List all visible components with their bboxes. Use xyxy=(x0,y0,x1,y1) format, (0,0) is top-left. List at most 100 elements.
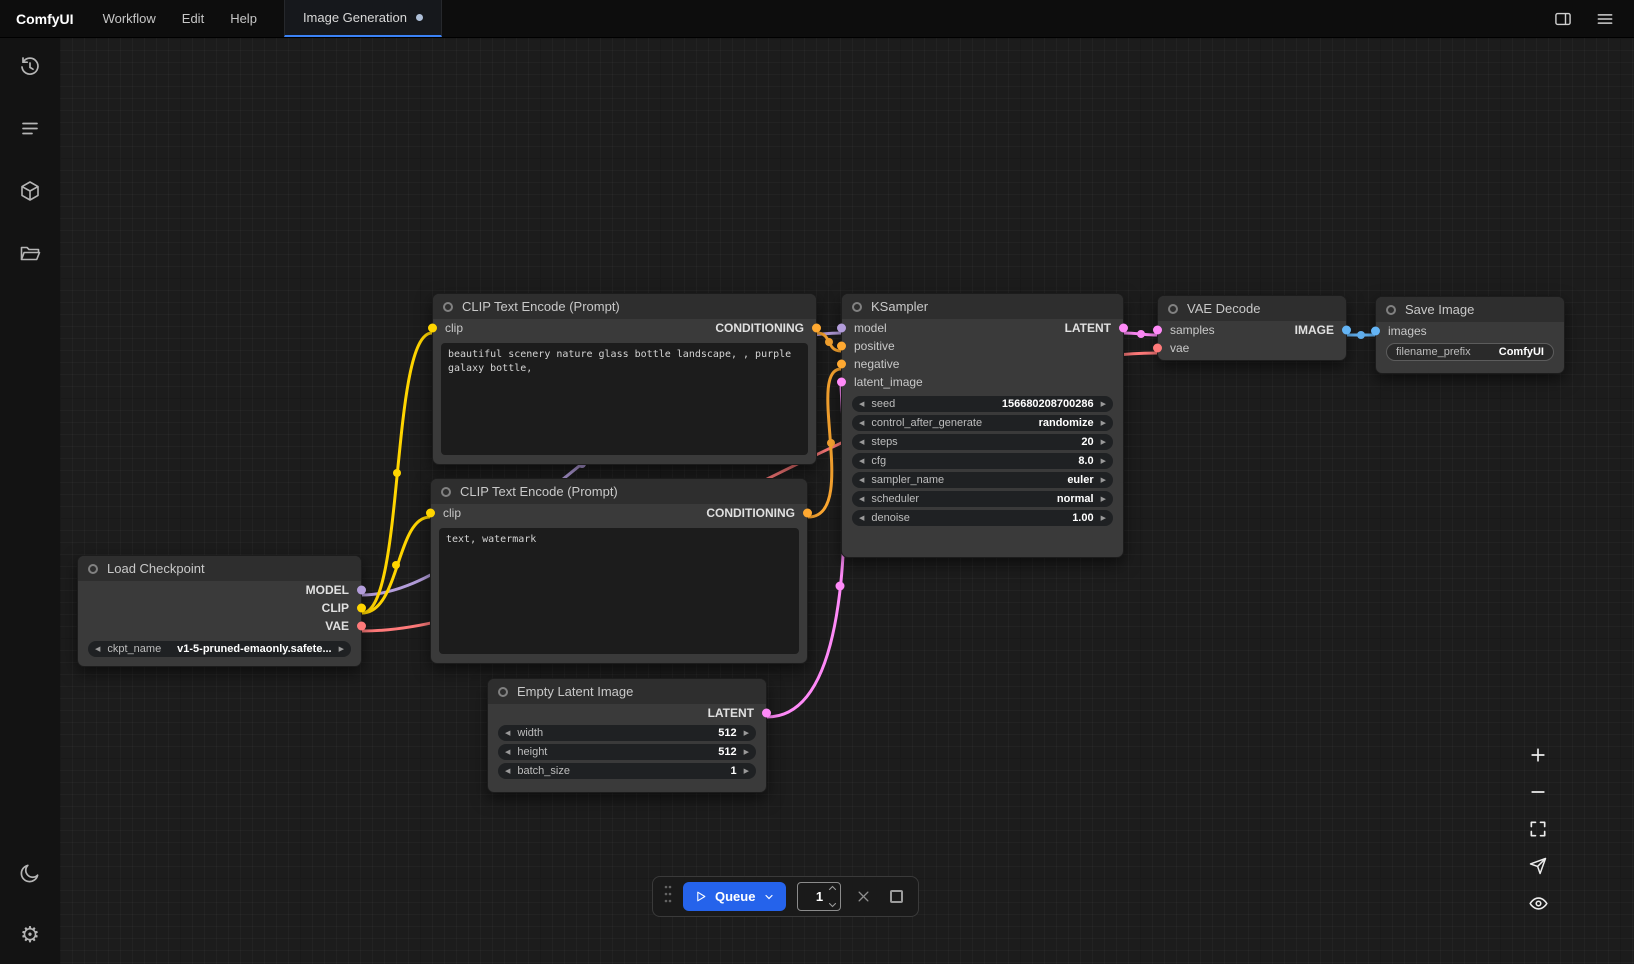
increment-icon[interactable]: ▶ xyxy=(1101,439,1106,446)
model-input-dot[interactable] xyxy=(837,324,846,333)
prev-value-icon[interactable]: ◀ xyxy=(95,646,100,653)
positive-input-dot[interactable] xyxy=(837,342,846,351)
vae-output-dot[interactable] xyxy=(357,622,366,631)
step-up-icon[interactable] xyxy=(828,885,837,891)
decrement-icon[interactable]: ◀ xyxy=(505,730,510,737)
widget-width[interactable]: ◀ width 512 ▶ xyxy=(498,725,756,741)
tab-image-generation[interactable]: Image Generation xyxy=(284,0,442,37)
increment-icon[interactable]: ▶ xyxy=(744,768,749,775)
increment-icon[interactable]: ▶ xyxy=(1101,515,1106,522)
prev-value-icon[interactable]: ◀ xyxy=(859,477,864,484)
decrement-icon[interactable]: ◀ xyxy=(859,515,864,522)
queue-button[interactable]: Queue xyxy=(683,882,786,911)
queue-icon[interactable] xyxy=(17,116,43,142)
node-empty-latent-image[interactable]: Empty Latent Image LATENT ◀ width 512 ▶ … xyxy=(487,678,767,793)
node-vae-decode[interactable]: VAE Decode samples IMAGE vae xyxy=(1157,295,1347,361)
node-header[interactable]: Save Image xyxy=(1376,297,1564,322)
link-visibility-icon[interactable] xyxy=(1527,892,1549,914)
menu-help[interactable]: Help xyxy=(217,0,270,37)
node-load-checkpoint[interactable]: Load Checkpoint MODEL CLIP VAE ◀ ckpt_na… xyxy=(77,555,362,667)
positive-prompt-textarea[interactable]: beautiful scenery nature glass bottle la… xyxy=(441,343,808,455)
latent-image-input-dot[interactable] xyxy=(837,378,846,387)
pointer-mode-icon[interactable] xyxy=(1527,855,1549,877)
latent-output-dot[interactable] xyxy=(762,709,771,718)
menu-icon[interactable] xyxy=(1594,8,1616,30)
next-value-icon[interactable]: ▶ xyxy=(339,646,344,653)
panel-toggle-icon[interactable] xyxy=(1552,8,1574,30)
workflows-icon[interactable] xyxy=(17,240,43,266)
collapse-icon[interactable] xyxy=(441,487,451,497)
conditioning-output-dot[interactable] xyxy=(812,324,821,333)
menu-workflow[interactable]: Workflow xyxy=(90,0,169,37)
collapse-icon[interactable] xyxy=(88,564,98,574)
widget-filename-prefix[interactable]: filename_prefix ComfyUI xyxy=(1386,343,1554,361)
node-header[interactable]: KSampler xyxy=(842,294,1123,319)
node-save-image[interactable]: Save Image images filename_prefix ComfyU… xyxy=(1375,296,1565,374)
collapse-icon[interactable] xyxy=(1386,305,1396,315)
node-header[interactable]: Empty Latent Image xyxy=(488,679,766,704)
prev-value-icon[interactable]: ◀ xyxy=(859,496,864,503)
node-header[interactable]: Load Checkpoint xyxy=(78,556,361,581)
increment-icon[interactable]: ▶ xyxy=(744,730,749,737)
collapse-icon[interactable] xyxy=(498,687,508,697)
negative-input-dot[interactable] xyxy=(837,360,846,369)
collapse-icon[interactable] xyxy=(852,302,862,312)
widget-denoise[interactable]: ◀ denoise 1.00 ▶ xyxy=(852,510,1113,526)
collapse-icon[interactable] xyxy=(443,302,453,312)
widget-seed[interactable]: ◀ seed 156680208700286 ▶ xyxy=(852,396,1113,412)
widget-scheduler[interactable]: ◀ scheduler normal ▶ xyxy=(852,491,1113,507)
images-input-dot[interactable] xyxy=(1371,327,1380,336)
menu-edit[interactable]: Edit xyxy=(169,0,217,37)
vae-input-dot[interactable] xyxy=(1153,344,1162,353)
app-logo[interactable]: ComfyUI xyxy=(0,0,90,37)
decrement-icon[interactable]: ◀ xyxy=(505,749,510,756)
widget-ckpt-name[interactable]: ◀ ckpt_name v1-5-pruned-emaonly.safete..… xyxy=(88,641,351,657)
prev-value-icon[interactable]: ◀ xyxy=(859,420,864,427)
history-icon[interactable] xyxy=(17,54,43,80)
clip-input-dot[interactable] xyxy=(428,324,437,333)
stop-icon[interactable] xyxy=(885,886,907,908)
drag-handle-icon[interactable] xyxy=(664,883,672,910)
step-down-icon[interactable] xyxy=(828,902,837,908)
model-output-dot[interactable] xyxy=(357,586,366,595)
fit-view-icon[interactable] xyxy=(1527,818,1549,840)
decrement-icon[interactable]: ◀ xyxy=(859,439,864,446)
image-output-dot[interactable] xyxy=(1342,326,1351,335)
node-header[interactable]: CLIP Text Encode (Prompt) xyxy=(431,479,807,504)
zoom-out-icon[interactable] xyxy=(1527,781,1549,803)
zoom-in-icon[interactable] xyxy=(1527,744,1549,766)
next-value-icon[interactable]: ▶ xyxy=(1101,420,1106,427)
batch-count-input[interactable]: 1 xyxy=(797,882,841,911)
widget-cfg[interactable]: ◀ cfg 8.0 ▶ xyxy=(852,453,1113,469)
increment-icon[interactable]: ▶ xyxy=(1101,401,1106,408)
clear-queue-icon[interactable] xyxy=(852,886,874,908)
node-clip-text-encode-positive[interactable]: CLIP Text Encode (Prompt) clip CONDITION… xyxy=(432,293,817,465)
widget-batch-size[interactable]: ◀ batch_size 1 ▶ xyxy=(498,763,756,779)
theme-toggle-icon[interactable] xyxy=(17,860,43,886)
node-canvas[interactable]: Load Checkpoint MODEL CLIP VAE ◀ ckpt_na… xyxy=(60,38,1634,964)
decrement-icon[interactable]: ◀ xyxy=(859,401,864,408)
negative-prompt-textarea[interactable]: text, watermark xyxy=(439,528,799,654)
node-library-icon[interactable] xyxy=(17,178,43,204)
widget-control-after-generate[interactable]: ◀ control_after_generate randomize ▶ xyxy=(852,415,1113,431)
widget-sampler-name[interactable]: ◀ sampler_name euler ▶ xyxy=(852,472,1113,488)
increment-icon[interactable]: ▶ xyxy=(1101,458,1106,465)
samples-input-dot[interactable] xyxy=(1153,326,1162,335)
next-value-icon[interactable]: ▶ xyxy=(1101,477,1106,484)
latent-output-dot[interactable] xyxy=(1119,324,1128,333)
widget-height[interactable]: ◀ height 512 ▶ xyxy=(498,744,756,760)
node-header[interactable]: VAE Decode xyxy=(1158,296,1346,321)
node-header[interactable]: CLIP Text Encode (Prompt) xyxy=(433,294,816,319)
next-value-icon[interactable]: ▶ xyxy=(1101,496,1106,503)
clip-input-dot[interactable] xyxy=(426,509,435,518)
decrement-icon[interactable]: ◀ xyxy=(859,458,864,465)
clip-output-dot[interactable] xyxy=(357,604,366,613)
collapse-icon[interactable] xyxy=(1168,304,1178,314)
widget-steps[interactable]: ◀ steps 20 ▶ xyxy=(852,434,1113,450)
conditioning-output-dot[interactable] xyxy=(803,509,812,518)
settings-icon[interactable]: ⚙ xyxy=(17,922,43,948)
increment-icon[interactable]: ▶ xyxy=(744,749,749,756)
node-clip-text-encode-negative[interactable]: CLIP Text Encode (Prompt) clip CONDITION… xyxy=(430,478,808,664)
node-ksampler[interactable]: KSampler model LATENT positive negative … xyxy=(841,293,1124,558)
decrement-icon[interactable]: ◀ xyxy=(505,768,510,775)
